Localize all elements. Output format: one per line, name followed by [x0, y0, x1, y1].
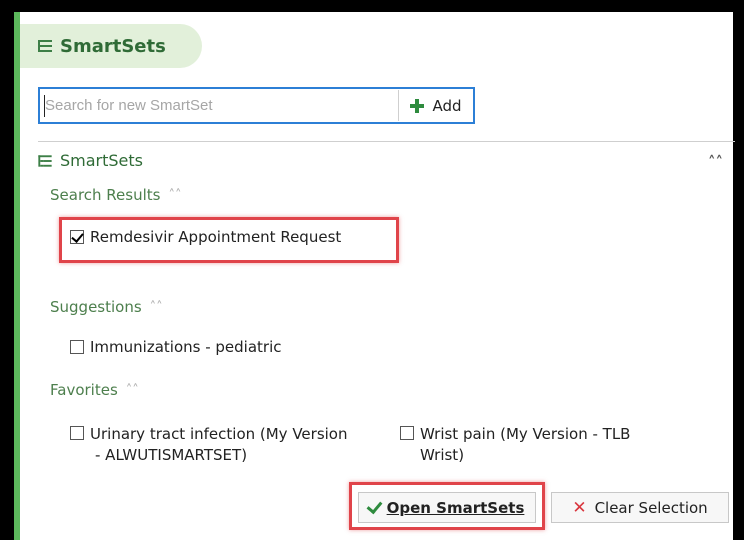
smartsets-header-tab[interactable]: SmartSets: [20, 24, 202, 68]
plus-icon: [410, 98, 425, 113]
checkbox[interactable]: [70, 426, 84, 440]
favorites-heading-label: Favorites: [50, 381, 118, 399]
double-chevron-up-icon[interactable]: ˄˄: [708, 153, 723, 171]
suggestions-heading[interactable]: Suggestions ˄˄: [50, 298, 163, 316]
search-input[interactable]: [42, 91, 394, 120]
item-label-line: Wrist pain (My Version - TLB: [420, 425, 631, 443]
checkbox[interactable]: [70, 340, 84, 354]
checkbox[interactable]: [400, 426, 414, 440]
add-button-label: Add: [432, 96, 462, 115]
smartsets-panel: SmartSets Add SmartSets ˄˄ Search Result…: [14, 12, 735, 540]
x-icon: ✕: [572, 497, 587, 518]
divider: [38, 141, 735, 142]
item-label: Urinary tract infection (My Version - AL…: [90, 424, 348, 466]
text-caret: [44, 95, 45, 117]
list-item[interactable]: Remdesivir Appointment Request: [70, 228, 341, 246]
item-label-line: Urinary tract infection (My Version: [90, 425, 348, 443]
clear-selection-button[interactable]: ✕ Clear Selection: [551, 492, 729, 523]
item-label: Immunizations - pediatric: [90, 338, 282, 356]
double-chevron-up-icon: ˄˄: [125, 382, 139, 398]
section-title-label: SmartSets: [60, 151, 144, 170]
add-button[interactable]: Add: [398, 90, 473, 121]
favorites-heading[interactable]: Favorites ˄˄: [50, 381, 139, 399]
header-title: SmartSets: [60, 35, 166, 57]
clear-selection-label: Clear Selection: [594, 498, 708, 517]
section-title: SmartSets: [38, 151, 143, 170]
search-container: Add: [38, 87, 475, 124]
search-results-heading-label: Search Results: [50, 186, 161, 204]
list-icon: [38, 154, 52, 167]
open-smartsets-button[interactable]: Open SmartSets: [358, 492, 536, 523]
double-chevron-up-icon: ˄˄: [149, 299, 163, 315]
item-label-line: Wrist): [420, 446, 465, 464]
checkbox-checked[interactable]: [70, 230, 84, 244]
item-label: Remdesivir Appointment Request: [90, 228, 342, 246]
double-chevron-up-icon: ˄˄: [168, 187, 182, 203]
search-results-heading[interactable]: Search Results ˄˄: [50, 186, 181, 204]
open-smartsets-label: Open SmartSets: [386, 498, 525, 517]
item-label: Wrist pain (My Version - TLB Wrist): [420, 424, 630, 466]
checkmark-icon: [366, 497, 383, 514]
list-icon: [38, 39, 52, 53]
item-label-line: - ALWUTISMARTSET): [95, 446, 248, 464]
list-item[interactable]: Urinary tract infection (My Version - AL…: [70, 424, 348, 466]
suggestions-heading-label: Suggestions: [50, 298, 142, 316]
list-item[interactable]: Wrist pain (My Version - TLB Wrist): [400, 424, 630, 466]
list-item[interactable]: Immunizations - pediatric: [70, 338, 281, 356]
